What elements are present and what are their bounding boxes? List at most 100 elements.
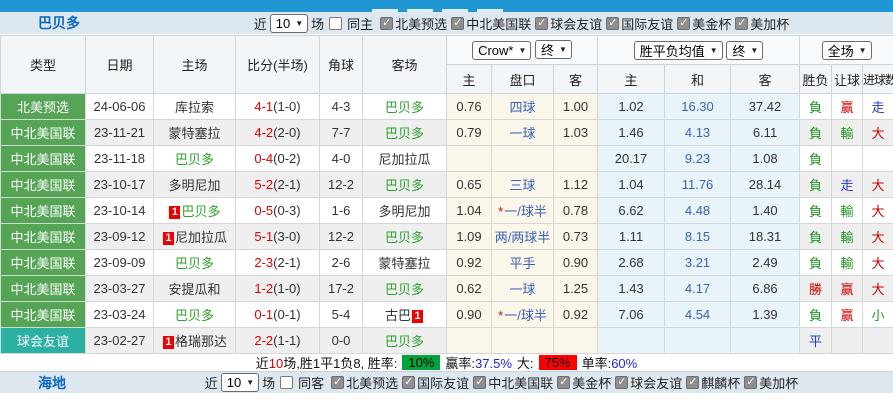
away-team-filter-bar: 海地 近 10▼ 场 同客 北美预选 国际友谊 中北美国联 美金杯 球会友谊 麒… — [0, 371, 893, 394]
away-team-name: 巴贝多 — [385, 100, 424, 115]
odds-home-cell: 0.92 — [447, 250, 492, 276]
league-filter-item[interactable]: 美加杯 — [742, 373, 798, 392]
league-filter-item[interactable]: 国际友谊 — [604, 14, 673, 33]
league-filter-item[interactable]: 球会友谊 — [613, 373, 682, 392]
odds-away-cell — [554, 328, 598, 354]
same-away-checkbox[interactable] — [280, 376, 293, 389]
checkbox-checked-icon[interactable] — [380, 17, 393, 30]
table-row: 中北美国联 23-11-21 蒙特塞拉 4-2(2-0) 7-7 巴贝多 0.7… — [1, 120, 893, 146]
league-filter-item[interactable]: 国际友谊 — [400, 373, 469, 392]
handicap-text: 四球 — [509, 100, 535, 115]
score-fulltime: 4-2 — [254, 125, 273, 140]
same-home-checkbox[interactable] — [329, 17, 342, 30]
near-label: 近 — [254, 14, 267, 33]
away-team-name: 巴贝多 — [385, 230, 424, 245]
league-filter-item[interactable]: 美加杯 — [733, 14, 789, 33]
away-team-title[interactable]: 海地 — [38, 373, 66, 393]
checkbox-checked-icon[interactable] — [331, 376, 344, 389]
league-filter-item[interactable]: 北美预选 — [329, 373, 398, 392]
table-row: 中北美国联 23-10-17 多明尼加 5-2(2-1) 12-2 巴贝多 0.… — [1, 172, 893, 198]
handicap-result-cell: 走 — [832, 172, 863, 198]
avg-source-select[interactable]: 胜平负均值▼ — [634, 41, 723, 60]
checkbox-checked-icon[interactable] — [686, 376, 699, 389]
win-rate-badge: 10% — [402, 355, 440, 370]
score-halftime: (3-0) — [273, 229, 300, 244]
away-cell: 巴贝多 — [363, 94, 447, 120]
league-filter-item[interactable]: 美金杯 — [555, 373, 611, 392]
away-cell: 巴贝多 — [363, 224, 447, 250]
col-header-corners: 角球 — [320, 36, 363, 94]
home-cell: 1尼加拉瓜 — [154, 224, 236, 250]
checkbox-checked-icon[interactable] — [451, 17, 464, 30]
date-cell: 24-06-06 — [86, 94, 154, 120]
avg-home-cell: 7.06 — [598, 302, 665, 328]
match-count-select[interactable]: 10▼ — [270, 14, 308, 33]
handicap-star: * — [498, 308, 503, 323]
date-cell: 23-02-27 — [86, 328, 154, 354]
corners-cell: 12-2 — [320, 224, 363, 250]
score-halftime: (0-1) — [273, 307, 300, 322]
table-row: 中北美国联 23-09-09 巴贝多 2-3(2-1) 2-6 蒙特塞拉 0.9… — [1, 250, 893, 276]
score-cell: 4-2(2-0) — [236, 120, 320, 146]
league-filter-item[interactable]: 中北美国联 — [449, 14, 531, 33]
summary-row: 近10场,胜1平1负8, 胜率: 10% 赢率:37.5% 大: 75% 单率:… — [0, 354, 893, 371]
checkbox-checked-icon[interactable] — [557, 376, 570, 389]
goals-cell: 大 — [863, 250, 893, 276]
result-cell: 負 — [800, 198, 832, 224]
summary-count: 10 — [269, 356, 283, 371]
result-cell: 平 — [800, 328, 832, 354]
chevron-down-icon: ▼ — [750, 46, 758, 55]
handicap-text: 平手 — [509, 256, 535, 271]
league-filter-item[interactable]: 中北美国联 — [471, 373, 553, 392]
scope-select[interactable]: 全场▼ — [822, 41, 872, 60]
col-header-handicap-result: 让球 — [832, 65, 863, 94]
home-cell: 库拉索 — [154, 94, 236, 120]
avg-draw-cell — [665, 328, 731, 354]
date-cell: 23-09-09 — [86, 250, 154, 276]
match-table-body: 北美预选 24-06-06 库拉索 4-1(1-0) 4-3 巴贝多 0.76 … — [1, 94, 893, 354]
avg-final-select[interactable]: 终▼ — [726, 41, 763, 60]
avg-home-cell: 2.68 — [598, 250, 665, 276]
checkbox-checked-icon[interactable] — [535, 17, 548, 30]
score-cell: 1-2(1-0) — [236, 276, 320, 302]
avg-away-cell: 2.49 — [731, 250, 800, 276]
col-header-odds-away: 客 — [554, 65, 598, 94]
match-count-select-bottom[interactable]: 10▼ — [221, 373, 259, 392]
handicap-cell: 两/两球半 — [492, 224, 554, 250]
avg-home-cell — [598, 328, 665, 354]
home-team-name: 库拉索 — [175, 100, 214, 115]
odds-final-select[interactable]: 终▼ — [535, 40, 572, 59]
odds-source-select[interactable]: Crow*▼ — [472, 41, 531, 60]
chevron-down-icon: ▼ — [518, 46, 526, 55]
score-cell: 0-5(0-3) — [236, 198, 320, 224]
chevron-down-icon: ▼ — [859, 46, 867, 55]
checkbox-checked-icon[interactable] — [606, 17, 619, 30]
odds-home-cell: 0.79 — [447, 120, 492, 146]
checkbox-checked-icon[interactable] — [615, 376, 628, 389]
big-label: 大: — [517, 353, 534, 372]
away-team-name: 蒙特塞拉 — [378, 256, 430, 271]
col-header-goals: 进球数 — [863, 65, 893, 94]
type-cell: 中北美国联 — [1, 302, 86, 328]
league-filter-item[interactable]: 球会友谊 — [533, 14, 602, 33]
score-halftime: (0-3) — [273, 203, 300, 218]
table-row: 北美预选 24-06-06 库拉索 4-1(1-0) 4-3 巴贝多 0.76 … — [1, 94, 893, 120]
league-filter-item[interactable]: 麒麟杯 — [684, 373, 740, 392]
home-cell: 1巴贝多 — [154, 198, 236, 224]
top-nav-bar — [0, 0, 893, 12]
summary-near: 近 — [256, 356, 269, 371]
home-team-title[interactable]: 巴贝多 — [38, 13, 80, 33]
avg-away-cell: 37.42 — [731, 94, 800, 120]
result-cell: 負 — [800, 302, 832, 328]
checkbox-checked-icon[interactable] — [402, 376, 415, 389]
checkbox-checked-icon[interactable] — [735, 17, 748, 30]
league-filter-item[interactable]: 美金杯 — [675, 14, 731, 33]
odds-select-group: Crow*▼ 终▼ — [447, 36, 598, 65]
league-filter-item[interactable]: 北美预选 — [378, 14, 447, 33]
handicap-cell — [492, 328, 554, 354]
checkbox-checked-icon[interactable] — [677, 17, 690, 30]
checkbox-checked-icon[interactable] — [744, 376, 757, 389]
table-row: 中北美国联 23-09-12 1尼加拉瓜 5-1(3-0) 12-2 巴贝多 1… — [1, 224, 893, 250]
checkbox-checked-icon[interactable] — [473, 376, 486, 389]
handicap-text: 两/两球半 — [495, 230, 551, 245]
